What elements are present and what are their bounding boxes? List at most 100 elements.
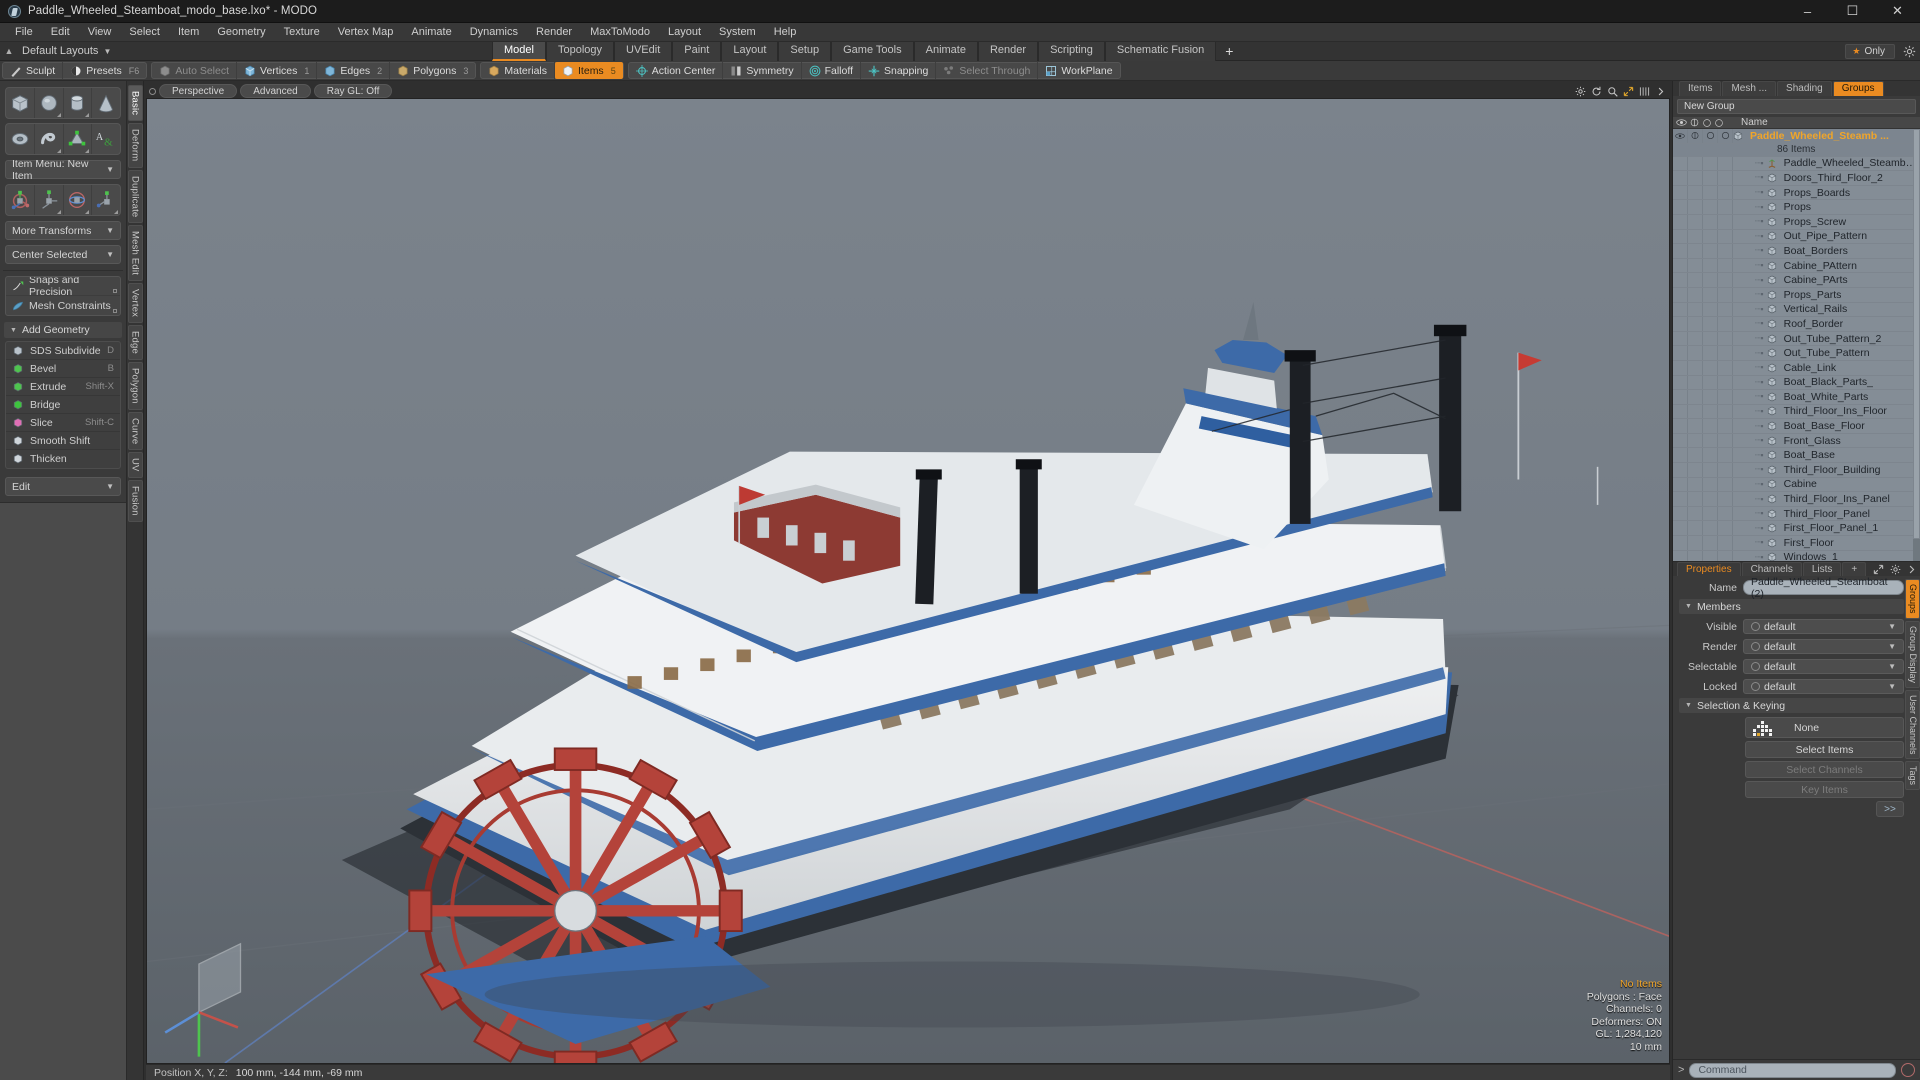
layout-tab-game-tools[interactable]: Game Tools (831, 42, 914, 61)
tree-row-toggles[interactable] (1673, 550, 1733, 561)
mode-button-select-through[interactable]: Select Through (936, 62, 1039, 79)
mode-button-action-center[interactable]: Action Center (629, 62, 724, 79)
more-transforms-dropdown[interactable]: More Transforms ▼ (5, 221, 121, 240)
menu-help[interactable]: Help (765, 23, 806, 42)
sphere-tool-button[interactable] (35, 88, 64, 118)
select-items-button[interactable]: Select Items (1745, 741, 1904, 758)
menu-item[interactable]: Item (169, 23, 208, 42)
tree-item-row[interactable]: ┈▪ Boat_Black_Parts_ (1673, 375, 1920, 391)
geometry-extrude[interactable]: Extrude Shift-X (6, 378, 120, 396)
layout-tab-animate[interactable]: Animate (913, 42, 978, 61)
tool-tab-mesh-edit[interactable]: Mesh Edit (127, 225, 143, 282)
tree-row-toggles[interactable] (1673, 390, 1733, 404)
command-record-icon[interactable] (1901, 1063, 1915, 1077)
tool-tab-vertex[interactable]: Vertex (127, 283, 143, 324)
tree-row-toggles[interactable] (1673, 171, 1733, 185)
tree-item-row[interactable]: ┈▪ Cabine (1673, 477, 1920, 493)
move-tool-button[interactable] (6, 185, 35, 215)
menu-geometry[interactable]: Geometry (208, 23, 274, 42)
geometry-slice[interactable]: Slice Shift-C (6, 414, 120, 432)
right-tab-mesh[interactable]: Mesh ... (1722, 81, 1777, 96)
property-visible-dropdown[interactable]: default ▼ (1743, 619, 1904, 634)
options-corner-icon[interactable] (113, 289, 117, 293)
mode-button-snapping[interactable]: Snapping (861, 62, 937, 79)
property-radio-icon[interactable] (1751, 622, 1760, 631)
cylinder-tool-button[interactable] (64, 88, 93, 118)
tree-row-toggles[interactable] (1673, 331, 1733, 346)
geometry-smooth-shift[interactable]: Smooth Shift (6, 432, 120, 450)
geometry-bevel[interactable]: Bevel B (6, 360, 120, 378)
tree-item-row[interactable]: ┈▪ Doors_Third_Floor_2 (1673, 171, 1920, 186)
tool-tab-fusion[interactable]: Fusion (127, 479, 143, 522)
tree-row-toggles[interactable] (1673, 477, 1733, 492)
tree-row-toggles[interactable] (1673, 214, 1733, 229)
polygon-tool-button[interactable] (64, 124, 93, 154)
viewport-menu-icon[interactable] (149, 87, 156, 95)
settings-icon[interactable] (1575, 86, 1586, 97)
menu-select[interactable]: Select (120, 23, 169, 42)
selection-keying-header[interactable]: ▼ Selection & Keying (1679, 698, 1904, 713)
layout-tab-paint[interactable]: Paint (672, 42, 722, 61)
tree-row-toggles[interactable] (1673, 229, 1733, 244)
tree-item-row[interactable]: ┈▪ Props_Screw (1673, 214, 1920, 230)
tool-tab-curve[interactable]: Curve (127, 411, 143, 451)
tree-item-row[interactable]: ┈▪ Paddle_Wheeled_Steamboat (1673, 156, 1920, 172)
tool-tab-polygon[interactable]: Polygon (127, 362, 143, 410)
tree-row-toggles[interactable] (1673, 287, 1733, 302)
props-side-tab-group-display[interactable]: Group Display (1905, 620, 1920, 688)
right-tab-groups[interactable]: Groups (1832, 81, 1884, 96)
spiral-tool-button[interactable] (35, 124, 64, 154)
tree-item-row[interactable]: ┈▪ First_Floor_Panel_1 (1673, 521, 1920, 537)
layout-tab-render[interactable]: Render (977, 42, 1039, 61)
only-button[interactable]: ★ Only (1845, 43, 1895, 59)
menu-layout[interactable]: Layout (659, 23, 710, 42)
close-button[interactable]: ✕ (1875, 0, 1920, 23)
mode-button-sculpt[interactable]: Sculpt (3, 62, 64, 79)
tree-row-toggles[interactable] (1673, 346, 1733, 360)
tool-tab-edge[interactable]: Edge (127, 325, 143, 361)
mesh-constraints-button[interactable]: Mesh Constraints (6, 296, 120, 315)
layout-tab-scripting[interactable]: Scripting (1038, 42, 1105, 61)
members-section-header[interactable]: ▼ Members (1679, 599, 1904, 614)
tree-item-row[interactable]: ┈▪ Third_Floor_Ins_Panel (1673, 492, 1920, 507)
tree-item-row[interactable]: ┈▪ Boat_Borders (1673, 244, 1920, 259)
property-render-dropdown[interactable]: default ▼ (1743, 639, 1904, 654)
tree-row-toggles[interactable] (1673, 302, 1733, 317)
tree-item-row[interactable]: ┈▪ Props (1673, 200, 1920, 215)
tree-row-toggles[interactable] (1673, 448, 1733, 463)
viewport-perspective-chip[interactable]: Perspective (159, 84, 238, 98)
layout-tab-schematic-fusion[interactable]: Schematic Fusion (1104, 42, 1217, 61)
tool-tab-basic[interactable]: Basic (127, 85, 143, 122)
center-selected-dropdown[interactable]: Center Selected ▼ (5, 245, 121, 264)
property-radio-icon[interactable] (1751, 642, 1760, 651)
text-tool-button[interactable]: A & (92, 124, 120, 154)
command-input[interactable]: Command (1689, 1062, 1896, 1078)
snaps-and-precision-button[interactable]: Snaps and Precision (6, 277, 120, 298)
tree-item-row[interactable]: ┈▪ Boat_White_Parts (1673, 390, 1920, 405)
mode-button-materials[interactable]: Materials (481, 62, 556, 79)
tree-item-row[interactable]: ┈▪ Out_Tube_Pattern_2 (1673, 331, 1920, 347)
mode-button-vertices[interactable]: Vertices 1 (237, 62, 318, 79)
edit-dropdown[interactable]: Edit ▼ (5, 477, 121, 496)
tree-item-row[interactable]: ┈▪ Third_Floor_Panel (1673, 506, 1920, 522)
right-tab-shading[interactable]: Shading (1777, 81, 1832, 96)
mode-button-falloff[interactable]: Falloff (802, 62, 861, 79)
tree-item-row[interactable]: ┈▪ Roof_Border (1673, 317, 1920, 332)
tree-row-toggles[interactable] (1673, 200, 1733, 214)
cone-tool-button[interactable] (92, 88, 120, 118)
search-icon[interactable] (1607, 86, 1618, 97)
maximize-button[interactable]: ☐ (1830, 0, 1875, 23)
tree-row-toggles[interactable] (1673, 156, 1733, 171)
menu-animate[interactable]: Animate (402, 23, 460, 42)
refresh-icon[interactable] (1591, 86, 1602, 97)
layouts-arrow-icon[interactable]: ▲ (0, 46, 18, 56)
tree-group-row[interactable]: Paddle_Wheeled_Steamb ... (1673, 129, 1920, 144)
tool-tab-uv[interactable]: UV (127, 452, 143, 478)
layout-tab-setup[interactable]: Setup (778, 42, 832, 61)
menu-file[interactable]: File (6, 23, 42, 42)
add-geometry-header[interactable]: ▼ Add Geometry (4, 322, 122, 338)
selection-set-button[interactable]: None (1745, 717, 1904, 738)
tree-row-toggles[interactable] (1673, 419, 1733, 433)
property-selectable-dropdown[interactable]: default ▼ (1743, 659, 1904, 674)
cube-tool-button[interactable] (6, 88, 35, 118)
